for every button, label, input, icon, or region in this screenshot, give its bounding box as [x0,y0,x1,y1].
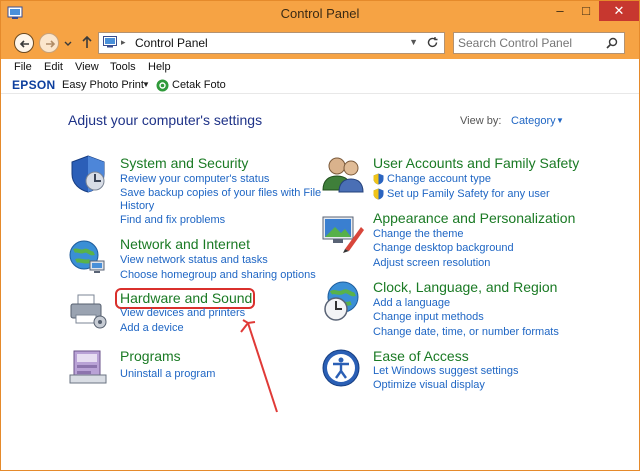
menu-tools[interactable]: Tools [110,61,136,73]
menu-edit[interactable]: Edit [44,61,63,73]
search-icon[interactable] [606,37,618,52]
up-arrow-icon[interactable] [81,35,93,52]
search-input[interactable] [458,35,598,51]
menu-file[interactable]: File [14,61,32,73]
window-title: Control Panel [280,6,360,21]
cetak-foto-button[interactable]: Cetak Foto [172,79,226,91]
recent-locations-dropdown[interactable] [64,38,72,50]
control-panel-window: Control Panel – □ ✕ ▸ Control Panel ▼ Se… [0,0,640,471]
menu-help[interactable]: Help [148,61,171,73]
breadcrumb-control-panel[interactable]: Control Panel [135,36,208,50]
annotation-arrow [240,319,278,413]
epson-toolbar: EPSON Easy Photo Print ▼ Cetak Foto [1,77,639,94]
navigation-bar: ▸ Control Panel ▼ [1,26,639,59]
refresh-icon[interactable] [426,36,439,52]
title-bar[interactable]: Control Panel – □ ✕ [1,1,639,26]
maximize-button[interactable]: □ [573,1,599,21]
back-button[interactable] [14,33,34,53]
menu-bar: File Edit View Tools Help [1,59,639,77]
cetak-foto-icon [156,79,169,95]
forward-arrow-icon [46,40,56,48]
easy-photo-print-button[interactable]: Easy Photo Print [62,79,144,91]
minimize-button[interactable]: – [547,1,573,21]
breadcrumb-chevron-icon[interactable]: ▸ [121,37,126,48]
control-panel-content: Adjust your computer's settings View by:… [1,94,639,470]
address-bar[interactable]: ▸ Control Panel ▼ [98,32,445,54]
search-box[interactable] [453,32,625,54]
epson-logo: EPSON [12,78,56,92]
forward-button[interactable] [39,33,59,53]
control-panel-icon [103,36,117,51]
address-dropdown-icon[interactable]: ▼ [409,37,418,47]
close-button[interactable]: ✕ [599,1,639,21]
back-arrow-icon [19,40,29,48]
easy-photo-print-dropdown-icon[interactable]: ▼ [142,80,150,89]
menu-view[interactable]: View [75,61,99,73]
